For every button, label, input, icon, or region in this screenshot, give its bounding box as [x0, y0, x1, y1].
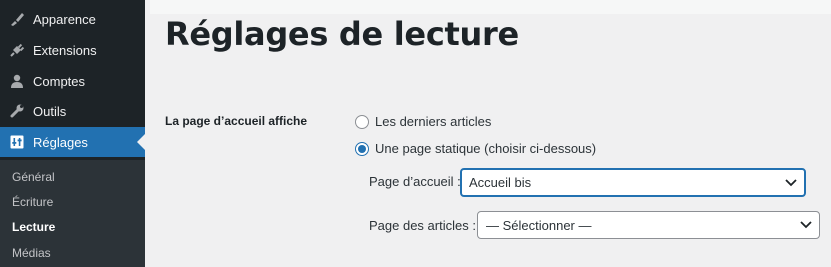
sidebar-item-users[interactable]: Comptes [0, 66, 145, 96]
plugin-icon [8, 41, 26, 59]
header-strip [150, 0, 831, 14]
homepage-select[interactable]: Accueil bis [460, 168, 806, 197]
page-title: Réglages de lecture [165, 15, 519, 53]
submenu-item-writing[interactable]: Écriture [12, 195, 53, 209]
users-icon [8, 72, 26, 90]
radio-button[interactable] [355, 141, 369, 156]
homepage-select-label: Page d’accueil : [369, 174, 461, 189]
posts-page-select-label: Page des articles : [369, 218, 476, 233]
homepage-select-value: Accueil bis [469, 175, 532, 190]
radio-latest-posts[interactable]: Les derniers articles [355, 114, 491, 129]
sidebar-item-tools[interactable]: Outils [0, 96, 145, 126]
submenu-item-reading[interactable]: Lecture [12, 220, 55, 234]
sidebar-item-label: Outils [33, 103, 67, 119]
chevron-down-icon [799, 218, 813, 232]
paintbrush-icon [8, 10, 26, 28]
submenu-item-general[interactable]: Général [12, 170, 55, 184]
posts-page-select-value: — Sélectionner — [486, 217, 592, 233]
active-indicator [137, 134, 145, 150]
settings-submenu: Général Écriture Lecture Médias [0, 160, 145, 267]
sidebar-item-extensions[interactable]: Extensions [0, 35, 145, 65]
tools-icon [8, 102, 26, 120]
homepage-displays-label: La page d’accueil affiche [165, 114, 308, 128]
main-content: Réglages de lecture La page d’accueil af… [145, 0, 831, 267]
submenu-item-media[interactable]: Médias [12, 246, 51, 260]
sidebar-item-appearance[interactable]: Apparence [0, 4, 145, 34]
radio-static-page[interactable]: Une page statique (choisir ci-dessous) [355, 141, 596, 156]
sidebar-item-label: Apparence [33, 11, 96, 27]
sidebar-item-label: Comptes [33, 73, 86, 89]
sidebar-item-settings[interactable]: Réglages [0, 127, 145, 157]
sidebar-item-label: Réglages [33, 134, 88, 150]
sidebar-item-label: Extensions [33, 42, 97, 58]
settings-icon [8, 133, 26, 151]
chevron-down-icon [784, 176, 798, 190]
radio-button[interactable] [355, 114, 369, 129]
radio-label: Une page statique (choisir ci-dessous) [375, 141, 597, 156]
posts-page-select[interactable]: — Sélectionner — [477, 211, 820, 239]
radio-label: Les derniers articles [375, 114, 492, 129]
admin-sidebar: Apparence Extensions Comptes Outils Régl… [0, 0, 145, 267]
